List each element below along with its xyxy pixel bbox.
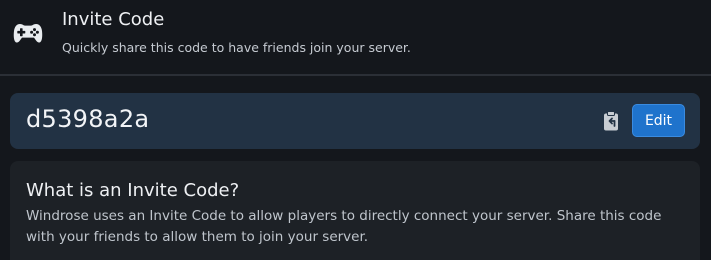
info-title: What is an Invite Code? [26,180,240,201]
clipboard-copy-icon[interactable] [601,110,623,132]
info-card: What is an Invite Code? Windrose uses an… [10,161,700,260]
gamepad-icon [13,21,43,45]
header: Invite Code Quickly share this code to h… [0,0,711,74]
invite-code-page: Invite Code Quickly share this code to h… [0,0,711,260]
invite-code-value: d5398a2a [26,105,150,133]
invite-code-card: d5398a2a Edit [10,93,700,149]
info-body: Windrose uses an Invite Code to allow pl… [26,208,662,245]
page-title: Invite Code [62,9,165,30]
edit-button[interactable]: Edit [632,104,685,137]
page-subtitle: Quickly share this code to have friends … [62,40,411,55]
header-divider [0,74,711,76]
